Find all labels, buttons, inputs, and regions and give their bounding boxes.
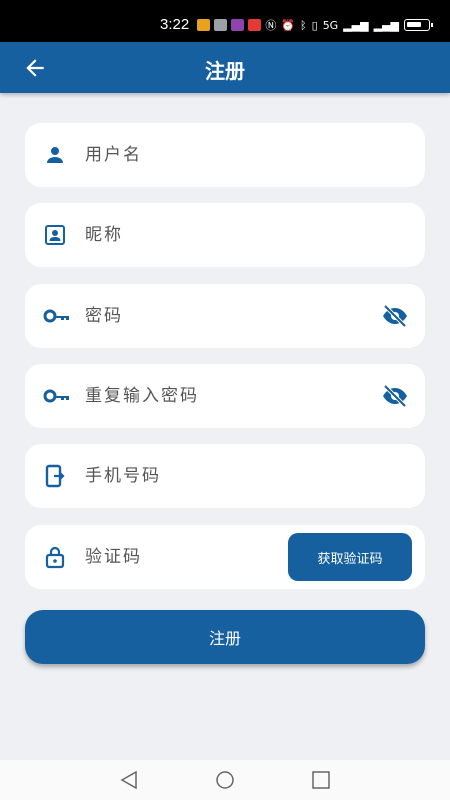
system-nav-bar — [0, 760, 450, 800]
stock-icon — [248, 19, 261, 31]
app-icon — [214, 19, 227, 31]
nickname-input[interactable] — [85, 203, 365, 267]
status-bar: 3:22 Ⓝ ⏰ ᛒ ▯ 5G ▂▄▆ ▂▄▆ — [0, 0, 450, 42]
battery-icon — [404, 19, 433, 31]
vibrate-icon: ▯ — [311, 18, 318, 32]
page-title: 注册 — [205, 59, 245, 83]
password-field[interactable] — [25, 284, 425, 348]
signal-icon: ▂▄▆ — [343, 18, 369, 32]
network-label: 5G — [322, 18, 339, 32]
code-input[interactable] — [85, 525, 285, 589]
alarm-icon: ⏰ — [281, 18, 296, 32]
phone-field[interactable] — [25, 444, 425, 508]
eye-off-icon[interactable] — [381, 304, 409, 328]
password-input[interactable] — [85, 284, 365, 348]
lock-icon — [43, 545, 67, 569]
signal-icon: ▂▄▆ — [373, 18, 399, 32]
code-field[interactable]: 获取验证码 — [25, 525, 425, 589]
username-input[interactable] — [85, 123, 365, 187]
username-field[interactable] — [25, 123, 425, 187]
key-icon — [43, 384, 71, 408]
notification-icons — [197, 19, 261, 31]
register-button[interactable]: 注册 — [25, 610, 425, 664]
system-icons: Ⓝ ⏰ ᛒ ▯ 5G ▂▄▆ ▂▄▆ — [265, 17, 433, 33]
status-time: 3:22 — [160, 16, 190, 33]
confirm-password-input[interactable] — [85, 364, 365, 428]
app-bar: 注册 — [0, 42, 450, 93]
bluetooth-icon: ᛒ — [300, 18, 307, 32]
person-icon — [43, 143, 67, 167]
nickname-field[interactable] — [25, 203, 425, 267]
video-icon — [231, 19, 244, 31]
eye-off-icon[interactable] — [381, 384, 409, 408]
id-card-icon — [43, 223, 67, 247]
phone-input[interactable] — [85, 444, 365, 508]
weibo-icon — [197, 19, 210, 31]
phone-exit-icon — [43, 464, 67, 488]
key-icon — [43, 304, 71, 328]
get-code-button[interactable]: 获取验证码 — [288, 533, 412, 581]
confirm-password-field[interactable] — [25, 364, 425, 428]
nav-back-icon[interactable] — [118, 770, 140, 790]
nfc-icon: Ⓝ — [265, 19, 277, 32]
nav-home-icon[interactable] — [214, 770, 236, 790]
nav-recents-icon[interactable] — [310, 770, 332, 790]
